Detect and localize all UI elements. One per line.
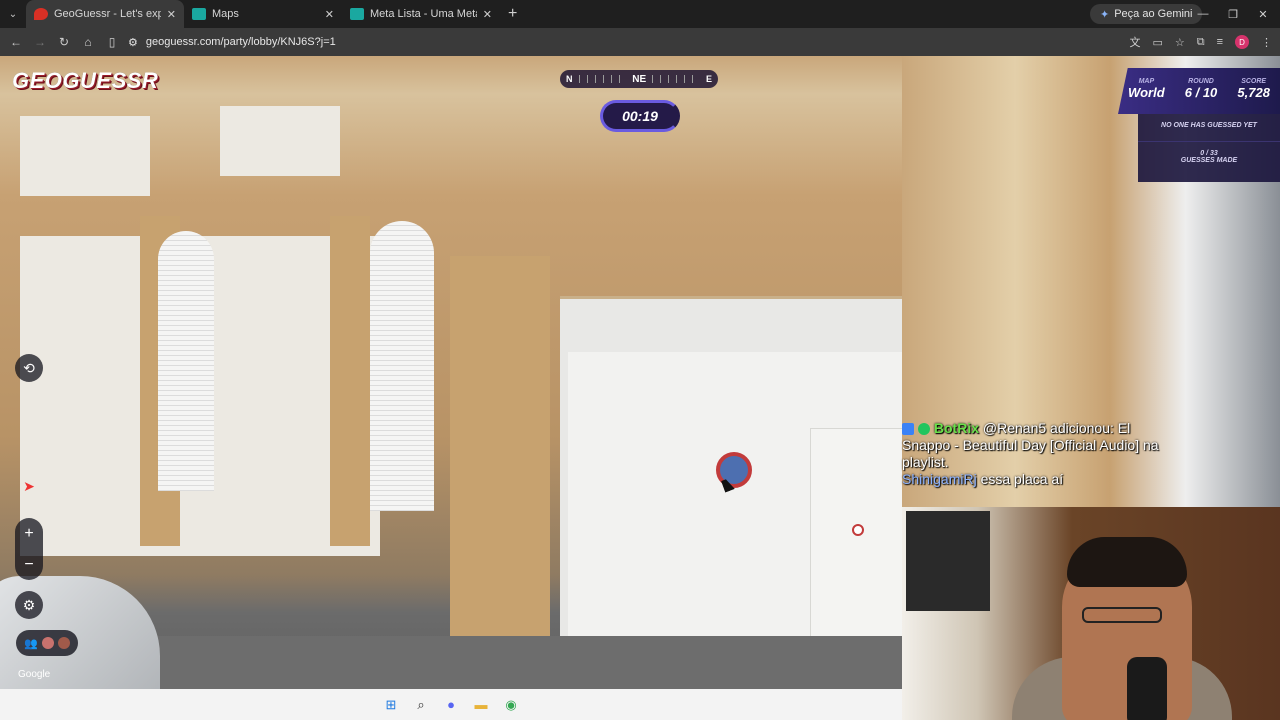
- search-icon[interactable]: ⌕: [413, 697, 429, 713]
- close-icon[interactable]: ✕: [483, 8, 492, 21]
- tab-title: Maps: [212, 8, 239, 20]
- street-view-panorama[interactable]: [0, 56, 902, 689]
- gemini-label: Peça ao Gemini: [1114, 8, 1193, 20]
- guess-status: NO ONE HAS GUESSED YET: [1138, 114, 1280, 142]
- round-value: 6 / 10: [1184, 85, 1218, 100]
- address-bar[interactable]: ⚙ geoguessr.com/party/lobby/KNJ6S?j=1: [128, 31, 1128, 53]
- stream-chat: BotRix @Renan5 adicionou: El Snappo - Be…: [902, 420, 1172, 488]
- home-icon[interactable]: ⌂: [76, 28, 100, 56]
- google-attribution: Google: [18, 669, 51, 680]
- players-button[interactable]: 👥: [16, 630, 78, 656]
- zoom-out-button[interactable]: −: [24, 556, 33, 574]
- gemini-button[interactable]: ✦ Peça ao Gemini: [1090, 4, 1203, 24]
- players-icon: 👥: [24, 637, 38, 650]
- geoguessr-logo[interactable]: GEOGUESSR: [12, 68, 158, 94]
- restore-icon[interactable]: ❐: [1218, 0, 1248, 28]
- round-timer: 00:19: [600, 100, 680, 132]
- side-panel-icon[interactable]: ▯: [100, 28, 124, 56]
- building-wall: [220, 106, 340, 176]
- guess-count: 0 / 33: [1200, 150, 1218, 157]
- guess-count-label: GUESSES MADE: [1180, 157, 1238, 164]
- new-tab-button[interactable]: +: [500, 5, 525, 23]
- maps-favicon-icon: [192, 8, 206, 20]
- cast-icon[interactable]: ▭: [1152, 36, 1162, 49]
- reload-icon[interactable]: ↻: [52, 28, 76, 56]
- moderator-badge-icon: [902, 423, 914, 436]
- stone-pillar: [450, 256, 550, 656]
- chat-username: ShinigamiRj: [902, 471, 977, 487]
- tab-title: Meta Lista - Uma Meta Europa: [370, 8, 477, 20]
- scoreboard: MAP World ROUND 6 / 10 SCORE 5,728: [1118, 68, 1280, 114]
- score-value: 5,728: [1237, 85, 1270, 100]
- folder-icon[interactable]: ▬: [473, 697, 489, 713]
- chat-message: BotRix @Renan5 adicionou: El Snappo - Be…: [902, 420, 1172, 471]
- chat-username: BotRix: [933, 420, 980, 436]
- map-stat: MAP World: [1128, 78, 1165, 114]
- webcam-feed: [902, 507, 1280, 720]
- browser-toolbar: ← → ↻ ⌂ ▯ ⚙ geoguessr.com/party/lobby/KN…: [0, 28, 1280, 56]
- site-info-icon[interactable]: ⚙: [128, 36, 138, 49]
- gemini-icon: ✦: [1100, 8, 1110, 21]
- round-stat: ROUND 6 / 10: [1185, 78, 1218, 114]
- score-stat: SCORE 5,728: [1237, 78, 1270, 114]
- close-icon[interactable]: ✕: [167, 8, 176, 21]
- geoguessr-favicon-icon: [34, 8, 48, 20]
- menu-icon[interactable]: ⋮: [1261, 36, 1272, 49]
- compass-needle-icon[interactable]: ➤: [15, 472, 43, 500]
- tab-maps[interactable]: Maps ✕: [184, 0, 342, 28]
- building-wall: [20, 116, 150, 196]
- close-window-icon[interactable]: ✕: [1248, 0, 1278, 28]
- bookmark-star-icon[interactable]: ☆: [1175, 36, 1185, 49]
- return-to-start-icon[interactable]: ⟲: [15, 354, 43, 382]
- back-icon[interactable]: ←: [4, 28, 28, 56]
- stone-pillar: [330, 216, 370, 546]
- player-avatar: [57, 637, 70, 649]
- compass-ticks: [578, 75, 627, 83]
- streamer-glasses: [1082, 607, 1162, 623]
- compass-right: E: [706, 74, 713, 84]
- url-text: geoguessr.com/party/lobby/KNJ6S?j=1: [145, 36, 336, 48]
- discord-icon[interactable]: ●: [443, 697, 459, 713]
- windows-taskbar: ⊞ ⌕ ● ▬ ◉: [0, 689, 902, 720]
- tab-title: GeoGuessr - Let's explore the w: [54, 8, 161, 20]
- small-sign: [852, 524, 864, 536]
- close-icon[interactable]: ✕: [325, 8, 334, 21]
- settings-gear-icon[interactable]: ⚙: [15, 591, 43, 619]
- tab-meta-lista[interactable]: Meta Lista - Uma Meta Europa ✕: [342, 0, 500, 28]
- window-shutter: [370, 221, 434, 511]
- map-label: MAP: [1138, 78, 1155, 85]
- map-value: World: [1128, 85, 1165, 100]
- chrome-icon[interactable]: ◉: [503, 697, 519, 713]
- toolbar-right-icons: 文 ▭ ☆ ⧉ ≡ D ⋮: [1129, 28, 1272, 56]
- minimize-icon[interactable]: —: [1188, 0, 1218, 28]
- chat-message: ShinigamiRj essa placa aí: [902, 471, 1172, 488]
- player-avatar: [41, 637, 54, 649]
- extensions-icon[interactable]: ⧉: [1197, 36, 1205, 49]
- guess-status-panel: NO ONE HAS GUESSED YET 0 / 33 GUESSES MA…: [1138, 114, 1280, 182]
- round-label: ROUND: [1188, 78, 1214, 85]
- score-label: SCORE: [1241, 78, 1267, 85]
- compass: N NE E: [560, 70, 718, 88]
- window-shutter: [158, 231, 214, 491]
- guess-count-block: 0 / 33 GUESSES MADE: [1138, 142, 1280, 164]
- profile-avatar[interactable]: D: [1235, 35, 1249, 49]
- chat-text: essa placa aí: [980, 471, 1064, 487]
- verified-badge-icon: [917, 423, 930, 436]
- tab-geoguessr[interactable]: GeoGuessr - Let's explore the w ✕: [26, 0, 184, 28]
- zoom-controls: + −: [15, 518, 43, 580]
- streamer-hair: [1067, 537, 1187, 587]
- forward-icon[interactable]: →: [28, 28, 52, 56]
- windows-icon[interactable]: ⊞: [383, 697, 399, 713]
- microphone: [1127, 657, 1167, 720]
- compass-left: N: [566, 74, 573, 84]
- wall-posters: [906, 511, 990, 611]
- browser-tab-bar: ⌄ GeoGuessr - Let's explore the w ✕ Maps…: [0, 0, 1280, 28]
- media-icon[interactable]: ≡: [1217, 36, 1223, 48]
- meta-favicon-icon: [350, 8, 364, 20]
- zoom-in-button[interactable]: +: [24, 525, 33, 543]
- translate-icon[interactable]: 文: [1129, 34, 1140, 50]
- compass-ticks: [652, 75, 700, 83]
- tab-search-icon[interactable]: ⌄: [0, 0, 26, 28]
- compass-center: NE: [632, 73, 647, 85]
